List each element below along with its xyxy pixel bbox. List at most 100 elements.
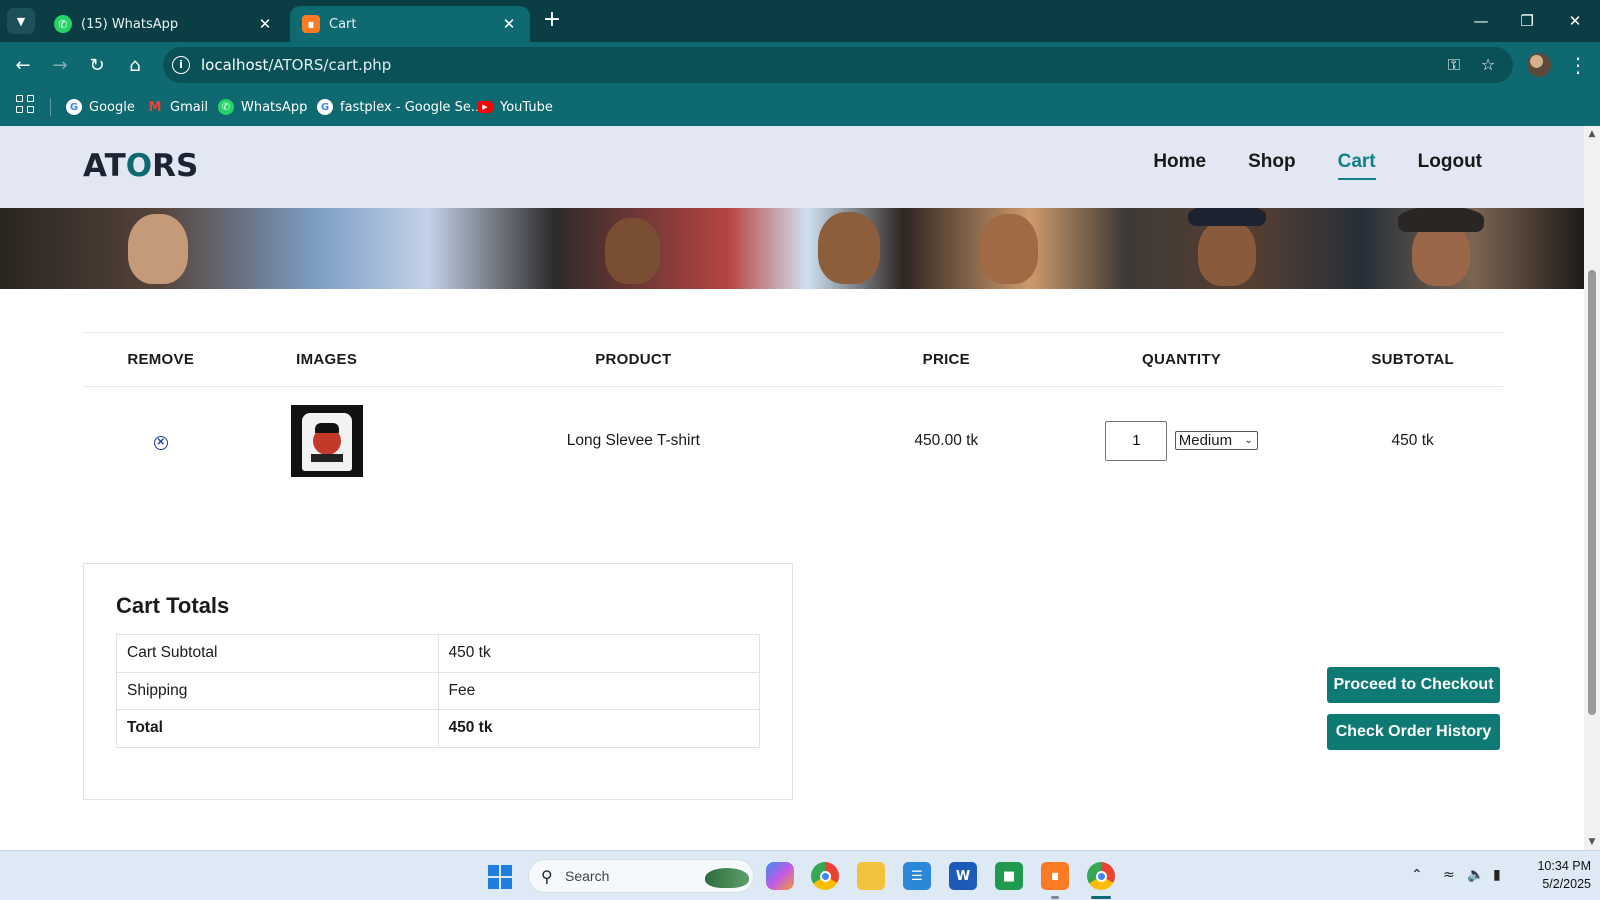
web-page: ATORS Home Shop Cart Logout REMOVE IMAGE… [0, 126, 1584, 850]
search-icon: ⚲ [541, 867, 553, 886]
banner-figure [980, 214, 1038, 284]
bookmark-label: Gmail [170, 99, 208, 115]
apps-grid-icon[interactable] [16, 95, 38, 117]
browser-tab-bar: ▼ ✆ (15) WhatsApp ✕ ∎ Cart ✕ + — ❐ ✕ [0, 0, 1600, 42]
banner-figure [605, 218, 660, 284]
nav-home[interactable]: Home [1153, 151, 1206, 173]
search-placeholder: Search [565, 868, 610, 884]
cart-totals-title: Cart Totals [116, 593, 230, 618]
banner-figure [818, 212, 880, 284]
bookmark-google[interactable]: G Google [66, 95, 135, 119]
gmail-icon: M [148, 99, 162, 115]
taskbar-search[interactable]: ⚲ Search [528, 859, 754, 893]
tab-cart[interactable]: ∎ Cart ✕ [290, 6, 530, 42]
chevron-down-icon: ⌄ [1244, 435, 1253, 447]
product-thumbnail [290, 404, 363, 477]
address-bar[interactable]: i localhost/ATORS/cart.php ⚿ ☆ [163, 47, 1513, 83]
google-icon: G [317, 99, 333, 115]
classroom-icon[interactable]: ■ [995, 862, 1023, 890]
bookmark-youtube[interactable]: ▶ YouTube [477, 95, 553, 119]
bookmarks-separator [50, 98, 51, 116]
back-arrow-icon[interactable]: ← [9, 51, 37, 79]
reload-icon[interactable]: ↻ [83, 51, 111, 79]
tab-title: (15) WhatsApp [81, 16, 179, 32]
bookmark-fastplex[interactable]: G fastplex - Google Se... [317, 95, 483, 119]
profile-avatar[interactable] [1527, 53, 1551, 77]
new-tab-button[interactable]: + [540, 9, 564, 33]
nav-shop[interactable]: Shop [1248, 151, 1296, 173]
bookmark-whatsapp[interactable]: ✆ WhatsApp [218, 95, 307, 119]
notepad-icon[interactable]: ☰ [903, 862, 931, 890]
bookmark-star-icon[interactable]: ☆ [1476, 53, 1500, 77]
scroll-up-icon[interactable]: ▲ [1587, 129, 1597, 139]
clock-date: 5/2/2025 [1542, 877, 1591, 891]
bookmark-label: Google [89, 99, 135, 115]
nav-logout[interactable]: Logout [1418, 151, 1482, 173]
battery-icon[interactable]: ▮ [1493, 867, 1501, 883]
site-logo[interactable]: ATORS [83, 147, 198, 185]
tab-search-dropdown-icon[interactable]: ▼ [7, 8, 35, 34]
totals-row: Total 450 tk [116, 709, 760, 748]
close-window-icon[interactable]: ✕ [1558, 8, 1592, 34]
product-name: Long Slevee T-shirt [566, 431, 700, 449]
chrome-profile-icon[interactable] [1087, 862, 1115, 890]
xampp-icon[interactable]: ∎ [1041, 862, 1069, 890]
copilot-icon[interactable] [766, 862, 794, 890]
windows-taskbar: ⚲ Search ☰ W ■ ∎ ⌃ ≈ 🔈 ▮ 10:34 PM 5/2/20… [0, 850, 1600, 900]
search-highlight-image [705, 868, 749, 888]
page-scrollbar[interactable]: ▲ ▼ [1584, 126, 1600, 850]
close-tab-icon[interactable]: ✕ [500, 15, 518, 33]
url-path: /ATORS/cart.php [268, 56, 392, 74]
size-select-value: Medium [1178, 432, 1233, 450]
home-icon[interactable]: ⌂ [121, 51, 149, 79]
app-active-indicator [1091, 896, 1111, 899]
check-order-history-button[interactable]: Check Order History [1327, 714, 1500, 750]
scroll-down-icon[interactable]: ▼ [1587, 837, 1597, 847]
restore-icon[interactable]: ❐ [1510, 8, 1544, 34]
column-header: REMOVE [83, 332, 239, 387]
google-icon: G [66, 99, 82, 115]
bookmark-gmail[interactable]: M Gmail [147, 95, 208, 119]
url-text[interactable]: localhost/ATORS/cart.php [201, 56, 391, 74]
close-tab-icon[interactable]: ✕ [256, 15, 274, 33]
nav-cart[interactable]: Cart [1337, 151, 1376, 180]
minimize-icon[interactable]: — [1464, 8, 1498, 34]
remove-item-icon[interactable]: ✕ [153, 435, 168, 450]
xampp-icon: ∎ [302, 15, 320, 33]
file-explorer-icon[interactable] [857, 862, 885, 890]
bookmark-label: YouTube [500, 99, 553, 115]
totals-value: 450 tk [437, 709, 760, 748]
column-header: PRODUCT [414, 332, 852, 387]
chrome-icon[interactable] [811, 862, 839, 890]
wifi-icon[interactable]: ≈ [1443, 867, 1455, 883]
app-running-indicator [1051, 896, 1059, 899]
chevron-up-icon[interactable]: ⌃ [1411, 867, 1423, 883]
column-header: QUANTITY [1040, 332, 1323, 387]
word-icon[interactable]: W [949, 862, 977, 890]
site-info-icon[interactable]: i [172, 56, 190, 74]
banner-figure [1398, 208, 1484, 232]
column-header: SUBTOTAL [1322, 332, 1503, 387]
cart-table: REMOVE IMAGES PRODUCT PRICE QUANTITY SUB… [83, 332, 1503, 495]
banner-figure [128, 214, 188, 284]
quantity-input[interactable] [1105, 420, 1168, 461]
browser-menu-icon[interactable]: ⋮ [1566, 51, 1590, 79]
totals-row: Cart Subtotal 450 tk [116, 634, 760, 673]
forward-arrow-icon[interactable]: → [46, 51, 74, 79]
totals-value: Fee [437, 671, 760, 710]
volume-icon[interactable]: 🔈 [1467, 867, 1484, 883]
tab-whatsapp[interactable]: ✆ (15) WhatsApp ✕ [42, 6, 286, 42]
totals-row: Shipping Fee [116, 671, 760, 710]
cart-totals-table: Cart Subtotal 450 tk Shipping Fee Total … [116, 634, 760, 748]
remove-cell: ✕ [83, 387, 238, 495]
site-header: ATORS Home Shop Cart Logout [0, 126, 1584, 208]
clock-time: 10:34 PM [1537, 859, 1591, 873]
proceed-to-checkout-button[interactable]: Proceed to Checkout [1327, 667, 1500, 703]
size-select[interactable]: Medium ⌄ [1174, 431, 1258, 451]
password-key-icon[interactable]: ⚿ [1442, 53, 1466, 77]
whatsapp-icon: ✆ [218, 99, 234, 115]
windows-start-icon[interactable] [488, 865, 512, 889]
taskbar-clock[interactable]: 10:34 PM 5/2/2025 [1513, 857, 1591, 893]
totals-value: 450 tk [437, 634, 760, 673]
scrollbar-thumb[interactable] [1588, 270, 1596, 715]
